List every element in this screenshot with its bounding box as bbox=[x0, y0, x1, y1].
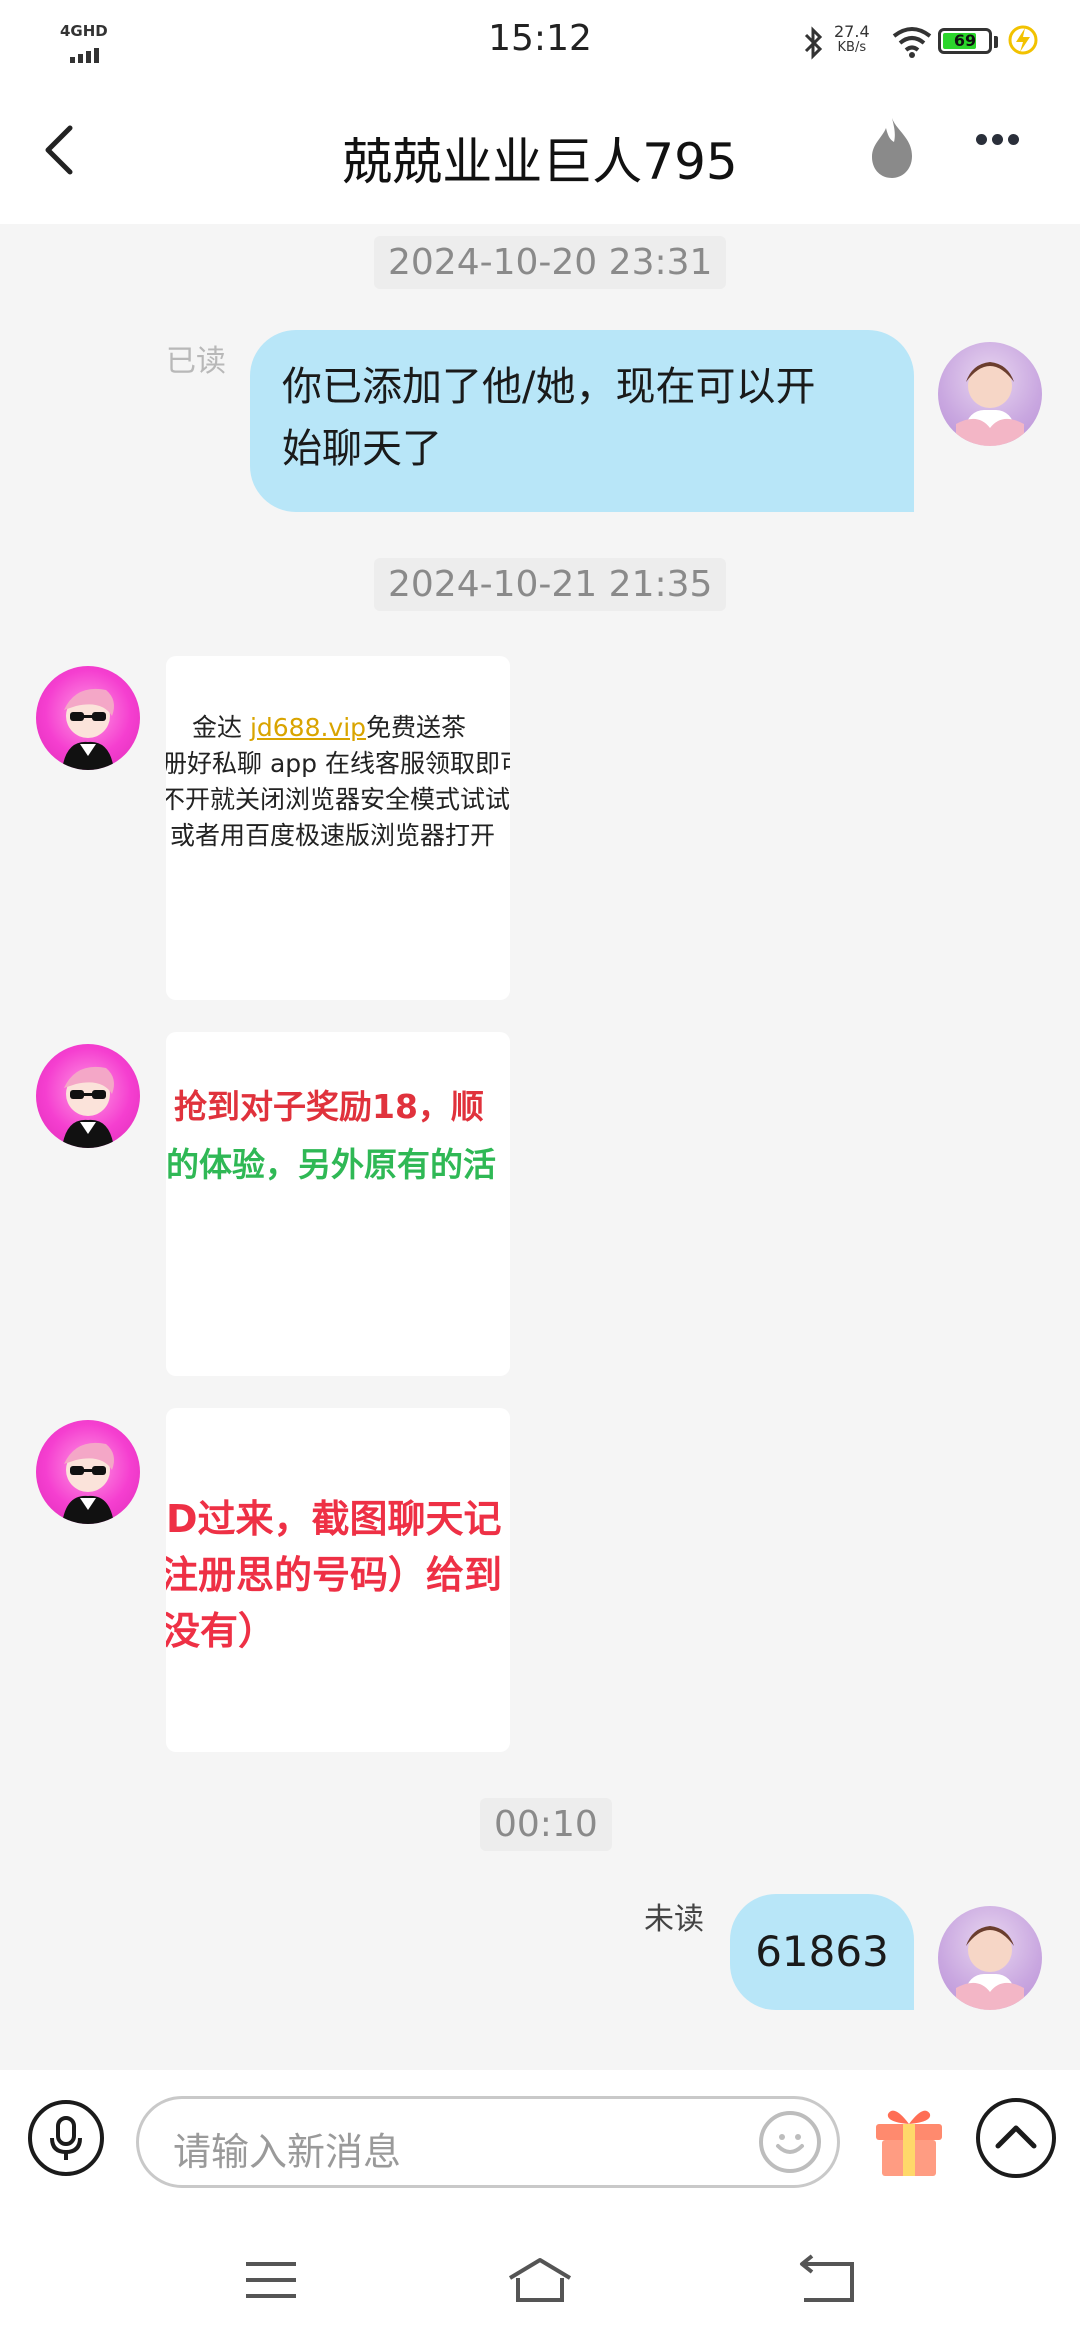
message-text-line: 你已添加了他/她，现在可以开 bbox=[282, 364, 816, 410]
image-text-line: 抢到对子奖励18，顺 bbox=[174, 1087, 484, 1126]
image-text-line: 册好私聊 app 在线客服领取即可 bbox=[166, 749, 510, 778]
avatar-illustration bbox=[62, 688, 114, 770]
avatar[interactable] bbox=[36, 666, 140, 770]
image-text-line: 不开就关闭浏览器安全模式试试 bbox=[166, 785, 510, 814]
speed-value: 27.4 bbox=[834, 22, 870, 41]
image-message[interactable]: 抢到对子奖励18，顺 的体验，另外原有的活 bbox=[166, 1032, 510, 1376]
voice-button[interactable] bbox=[28, 2100, 104, 2176]
avatar-illustration bbox=[956, 1926, 1024, 2010]
avatar[interactable] bbox=[938, 342, 1042, 446]
back-nav-icon[interactable] bbox=[786, 2250, 866, 2310]
avatar-illustration bbox=[62, 1442, 114, 1524]
image-text-line: 注册思的号码）给到 bbox=[166, 1553, 503, 1597]
flame-icon[interactable] bbox=[866, 116, 918, 180]
avatar-illustration bbox=[62, 1066, 114, 1148]
input-bar: 请输入新消息 bbox=[0, 2070, 1080, 2220]
message-text-line: 始聊天了 bbox=[282, 426, 442, 472]
image-text-line: 的体验，另外原有的活 bbox=[166, 1145, 496, 1184]
status-bar: 4GHD 15:12 27.4 KB/s 69 bbox=[0, 0, 1080, 84]
battery-level: 69 bbox=[953, 31, 977, 50]
menu-icon[interactable] bbox=[230, 2250, 310, 2310]
chevron-up-icon bbox=[995, 2125, 1037, 2149]
image-text-link: jd688.vip bbox=[249, 713, 367, 742]
image-message[interactable]: D过来，截图聊天记 注册思的号码）给到 没有） bbox=[166, 1408, 510, 1752]
smiley-icon bbox=[776, 2134, 804, 2154]
bluetooth-icon bbox=[804, 26, 823, 60]
charging-icon bbox=[1008, 25, 1038, 55]
message-input-placeholder: 请输入新消息 bbox=[173, 2130, 402, 2174]
avatar-illustration bbox=[956, 362, 1024, 446]
speed-unit: KB/s bbox=[837, 40, 867, 55]
network-speed: 27.4 KB/s bbox=[834, 24, 870, 56]
avatar[interactable] bbox=[36, 1420, 140, 1524]
timestamp: 2024-10-21 21:35 bbox=[374, 558, 727, 611]
image-text-line: D过来，截图聊天记 bbox=[166, 1497, 502, 1541]
system-nav-bar bbox=[0, 2220, 1080, 2340]
home-icon[interactable] bbox=[500, 2250, 580, 2310]
avatar[interactable] bbox=[938, 1906, 1042, 2010]
timestamp: 00:10 bbox=[480, 1798, 612, 1851]
microphone-icon bbox=[50, 2116, 82, 2160]
status-icons: 27.4 KB/s 69 bbox=[800, 20, 1040, 64]
image-text-line: 或者用百度极速版浏览器打开 bbox=[170, 821, 496, 850]
message-input[interactable]: 请输入新消息 bbox=[136, 2096, 840, 2188]
chat-title: 兢兢业业巨人795 bbox=[342, 133, 738, 191]
message-text: 61863 bbox=[755, 1927, 889, 1976]
back-button[interactable] bbox=[36, 120, 86, 180]
image-text-line: 没有） bbox=[166, 1609, 277, 1653]
unread-status: 未读 bbox=[644, 1902, 704, 1937]
gift-icon[interactable] bbox=[872, 2098, 946, 2178]
timestamp: 2024-10-20 23:31 bbox=[374, 236, 727, 289]
expand-button[interactable] bbox=[976, 2098, 1056, 2178]
image-message[interactable]: 金达 jd688.vip免费送茶 册好私聊 app 在线客服领取即可 不开就关闭… bbox=[166, 656, 510, 1000]
more-dots-icon[interactable] bbox=[976, 130, 1036, 166]
image-text-line: 金达 jd688.vip免费送茶 bbox=[192, 713, 467, 742]
message-bubble-outgoing[interactable]: 61863 bbox=[730, 1894, 914, 2010]
message-bubble-outgoing[interactable]: 你已添加了他/她，现在可以开 始聊天了 bbox=[250, 330, 914, 512]
emoji-button[interactable] bbox=[759, 2111, 821, 2173]
read-status: 已读 bbox=[166, 344, 226, 379]
message-list[interactable]: 2024-10-20 23:31 已读 你已添加了他/她，现在可以开 始聊天了 … bbox=[0, 224, 1080, 2070]
chat-header: 兢兢业业巨人795 bbox=[0, 84, 1080, 224]
battery-icon: 69 bbox=[938, 28, 992, 54]
avatar[interactable] bbox=[36, 1044, 140, 1148]
wifi-icon bbox=[892, 27, 932, 58]
